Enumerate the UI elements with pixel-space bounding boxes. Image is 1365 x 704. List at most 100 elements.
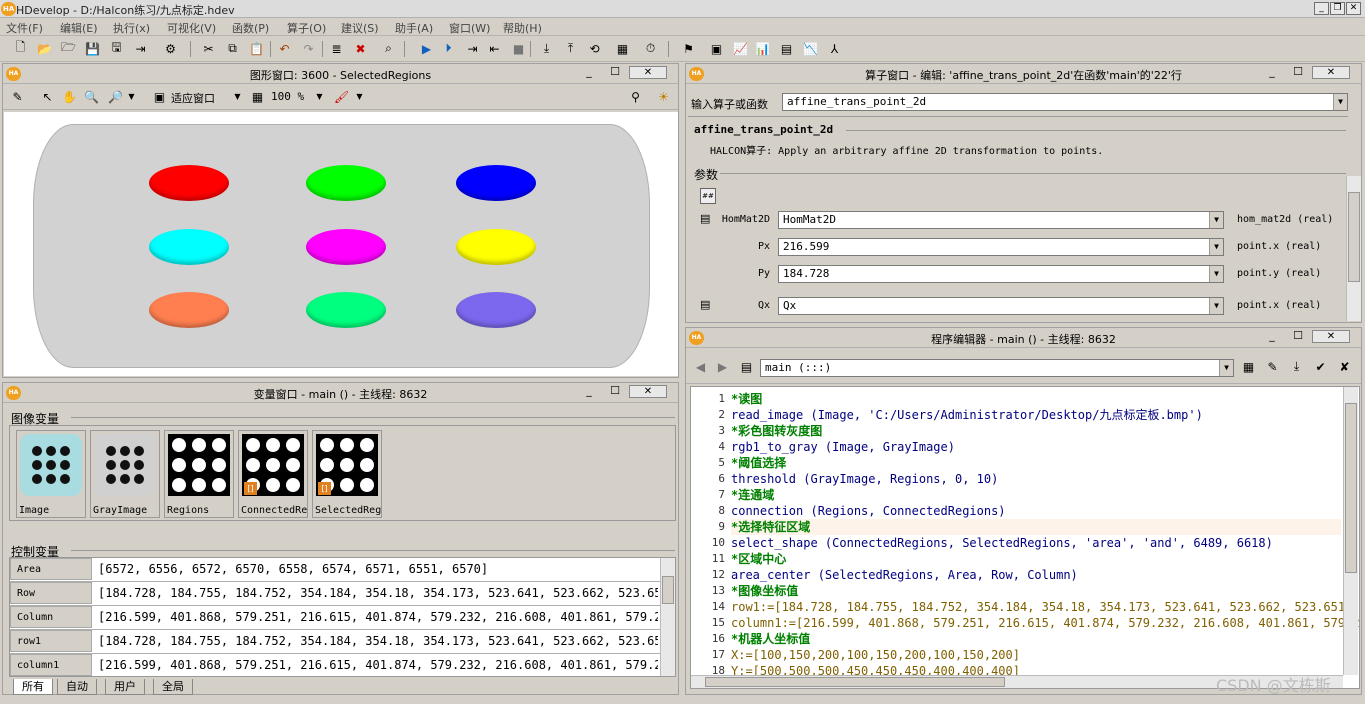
reset-icon[interactable]: ⟲ [586,40,603,57]
stop-icon[interactable]: ■ [510,40,527,57]
table-row[interactable]: row1 [184.728, 184.755, 184.752, 354.184… [10,630,675,654]
tab-auto[interactable]: 自动 [57,679,97,695]
delete-proc-icon[interactable]: ✘ [1336,358,1353,375]
light-icon[interactable]: ☀ [655,88,672,105]
close-icon[interactable]: ✕ [1312,330,1350,343]
chevron-down-icon[interactable]: ▼ [1209,212,1223,228]
hand-icon[interactable]: ✋ [61,88,78,105]
run-icon[interactable]: ▶ [418,40,435,57]
menu-suggestions[interactable]: 建议(S) [341,20,379,36]
chevron-down-icon[interactable]: ▼ [1209,239,1223,255]
forward-arrow-icon[interactable]: ▶ [714,358,731,375]
param-input[interactable]: Qx ▼ [778,297,1224,315]
copy-icon[interactable]: ⧉ [224,40,241,57]
binoculars-icon[interactable]: ⌕ [380,40,397,57]
menu-window[interactable]: 窗口(W) [449,20,490,36]
run-to-cursor-icon[interactable]: ⏵ [440,40,457,57]
open-recent-icon[interactable]: 🗁 [60,40,77,57]
procedure-select[interactable]: main (:::) ▼ [760,359,1234,377]
zoom-level[interactable]: 100 % [271,90,304,103]
step-back-icon[interactable]: ⇤ [486,40,503,57]
check-proc-icon[interactable]: ✔ [1312,358,1329,375]
timer-icon[interactable]: ⏱ [642,40,659,57]
step-out-icon[interactable]: ⤒ [562,40,579,57]
menu-operators[interactable]: 算子(O) [287,20,326,36]
param-input[interactable]: 216.599 ▼ [778,238,1224,256]
table-row[interactable]: Column [216.599, 401.868, 579.251, 216.6… [10,606,675,630]
insert-line-icon[interactable]: ≣ [328,40,345,57]
code-area[interactable]: 1 *读图 2 read_image (Image, 'C:/Users/Admini… [690,386,1360,689]
chevron-down-icon[interactable]: ▼ [1333,94,1347,110]
image-view-icon[interactable]: ▣ [708,40,725,57]
graphics-canvas[interactable] [4,112,678,376]
undo-icon[interactable]: ↶ [276,40,293,57]
menu-procedures[interactable]: 函数(P) [232,20,269,36]
iconic-var-grayimage[interactable]: GrayImage [90,430,160,518]
tab-user[interactable]: 用户 [105,679,145,695]
param-settings-icon[interactable]: ## [700,188,716,204]
histogram-icon[interactable]: 📈 [732,40,749,57]
zoom-level-icon[interactable]: ▦ [249,88,266,105]
procedure-icon[interactable]: ▤ [738,358,755,375]
maximize-icon[interactable]: ☐ [1290,330,1306,343]
close-icon[interactable]: ✕ [629,66,667,79]
table-row[interactable]: Area [6572, 6556, 6572, 6570, 6558, 6574… [10,558,675,582]
vertical-scrollbar[interactable] [1346,176,1361,321]
paint-icon[interactable]: 🖌 [333,88,350,105]
vertical-scrollbar[interactable] [660,558,675,676]
insert-proc-icon[interactable]: ⤓ [1288,358,1305,375]
settings-icon[interactable]: ⚙ [162,40,179,57]
close-icon[interactable]: ✕ [629,385,667,398]
maximize-icon[interactable]: ☐ [607,385,623,398]
chevron-down-icon[interactable]: ▼ [1209,266,1223,282]
zoom-window-icon[interactable]: 📉 [802,40,819,57]
line-profile-icon[interactable]: 📊 [754,40,771,57]
minimize-icon[interactable]: _ [581,385,597,398]
back-arrow-icon[interactable]: ◀ [692,358,709,375]
minimize-icon[interactable]: _ [581,66,597,79]
tab-global[interactable]: 全局 [153,679,193,695]
menu-assistants[interactable]: 助手(A) [395,20,433,36]
magnifier-icon[interactable]: 🔍 [83,88,100,105]
menu-file[interactable]: 文件(F) [6,20,43,36]
delete-line-icon[interactable]: ✖ [352,40,369,57]
save-as-icon[interactable]: 🖫 [108,40,125,57]
feature-icon[interactable]: ▤ [778,40,795,57]
menu-help[interactable]: 帮助(H) [503,20,542,36]
minimize-icon[interactable]: _ [1264,66,1280,79]
pointer-icon[interactable]: ↖ [39,88,56,105]
close-icon[interactable]: ✕ [1312,66,1350,79]
menu-execute[interactable]: 执行(x) [113,20,150,36]
vertical-scrollbar[interactable] [1343,387,1358,675]
iconic-var-image[interactable]: Image [16,430,86,518]
edit-icon[interactable]: ✎ [9,88,26,105]
chevron-down-icon[interactable]: ▼ [1219,360,1233,376]
operator-input[interactable]: affine_trans_point_2d ▼ [782,93,1348,111]
pixel-info-icon[interactable]: ⚲ [627,88,644,105]
save-icon[interactable]: 💾 [84,40,101,57]
tab-all[interactable]: 所有 [13,679,53,695]
calendar-icon[interactable]: ▦ [1240,358,1257,375]
chevron-down-icon[interactable]: ▼ [123,88,140,105]
minimize-icon[interactable]: _ [1314,2,1329,15]
open-file-icon[interactable]: 📂 [36,40,53,57]
paste-icon[interactable]: 📋 [248,40,265,57]
new-file-icon[interactable]: 🗋 [12,40,29,57]
assist-icon[interactable]: ⚑ [680,40,697,57]
edit-proc-icon[interactable]: ✎ [1264,358,1281,375]
maximize-icon[interactable]: ☐ [607,66,623,79]
maximize-icon[interactable]: ☐ [1290,66,1306,79]
menu-visualize[interactable]: 可视化(V) [167,20,216,36]
chevron-down-icon[interactable]: ▼ [351,88,368,105]
iconic-var-selectedregions[interactable]: [] SelectedReg [312,430,382,518]
redo-icon[interactable]: ↷ [300,40,317,57]
iconic-var-regions[interactable]: Regions [164,430,234,518]
chevron-down-icon[interactable]: ▼ [1209,298,1223,314]
fit-window-icon[interactable]: ▣ [151,88,168,105]
restore-icon[interactable]: ❐ [1330,2,1345,15]
table-row[interactable]: Row [184.728, 184.755, 184.752, 354.184,… [10,582,675,606]
fit-window-label[interactable]: 适应窗口 [171,90,215,106]
step-over-icon[interactable]: ⇥ [464,40,481,57]
step-into-icon[interactable]: ⤓ [538,40,555,57]
program-icon[interactable]: ▦ [614,40,631,57]
